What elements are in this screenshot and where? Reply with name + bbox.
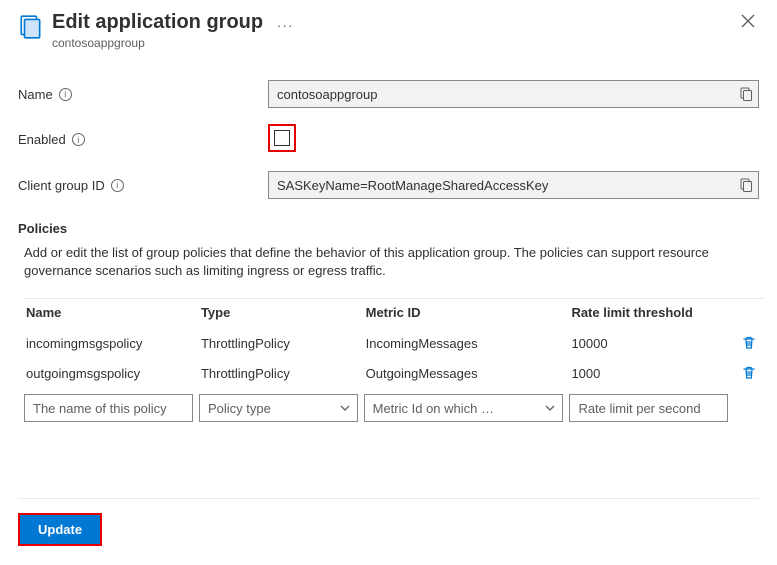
page-subtitle: contosoappgroup xyxy=(52,36,737,50)
enabled-checkbox[interactable] xyxy=(274,130,290,146)
new-policy-row: Policy type Metric Id on which … xyxy=(24,388,765,428)
table-row: incomingmsgspolicy ThrottlingPolicy Inco… xyxy=(24,328,765,358)
info-icon[interactable]: i xyxy=(72,133,85,146)
policy-name: incomingmsgspolicy xyxy=(24,328,199,358)
policies-description: Add or edit the list of group policies t… xyxy=(24,244,759,280)
more-actions-button[interactable]: ··· xyxy=(277,17,294,33)
chevron-down-icon xyxy=(544,402,556,414)
page-title: Edit application group xyxy=(52,11,263,33)
chevron-down-icon xyxy=(339,402,351,414)
delete-policy-button[interactable] xyxy=(734,358,765,388)
col-header-type: Type xyxy=(199,299,364,329)
name-label: Name i xyxy=(18,87,268,102)
new-policy-threshold-input[interactable] xyxy=(569,394,728,422)
clientgroupid-field xyxy=(268,171,759,199)
copy-icon[interactable] xyxy=(739,87,753,101)
policies-heading: Policies xyxy=(18,221,759,236)
clientgroupid-label: Client group ID i xyxy=(18,178,268,193)
panel-header: Edit application group ··· contosoappgro… xyxy=(18,10,759,50)
col-header-threshold: Rate limit threshold xyxy=(569,299,734,329)
new-policy-type-select[interactable]: Policy type xyxy=(199,394,358,422)
policy-type: ThrottlingPolicy xyxy=(199,358,364,388)
policy-name: outgoingmsgspolicy xyxy=(24,358,199,388)
policy-metric: IncomingMessages xyxy=(364,328,570,358)
policy-threshold: 10000 xyxy=(569,328,734,358)
new-policy-metric-select[interactable]: Metric Id on which … xyxy=(364,394,564,422)
policy-type: ThrottlingPolicy xyxy=(199,328,364,358)
enabled-checkbox-highlight xyxy=(268,124,296,152)
enabled-label: Enabled i xyxy=(18,132,268,147)
new-policy-name-input[interactable] xyxy=(24,394,193,422)
appgroup-icon xyxy=(18,14,44,40)
name-field xyxy=(268,80,759,108)
close-button[interactable] xyxy=(737,10,759,32)
copy-icon[interactable] xyxy=(739,178,753,192)
policies-table: Name Type Metric ID Rate limit threshold… xyxy=(24,298,765,428)
info-icon[interactable]: i xyxy=(59,88,72,101)
update-button[interactable]: Update xyxy=(20,515,100,544)
policy-metric: OutgoingMessages xyxy=(364,358,570,388)
update-button-highlight: Update xyxy=(18,513,102,546)
policy-threshold: 1000 xyxy=(569,358,734,388)
delete-policy-button[interactable] xyxy=(734,328,765,358)
table-row: outgoingmsgspolicy ThrottlingPolicy Outg… xyxy=(24,358,765,388)
col-header-name: Name xyxy=(24,299,199,329)
info-icon[interactable]: i xyxy=(111,179,124,192)
col-header-metric: Metric ID xyxy=(364,299,570,329)
